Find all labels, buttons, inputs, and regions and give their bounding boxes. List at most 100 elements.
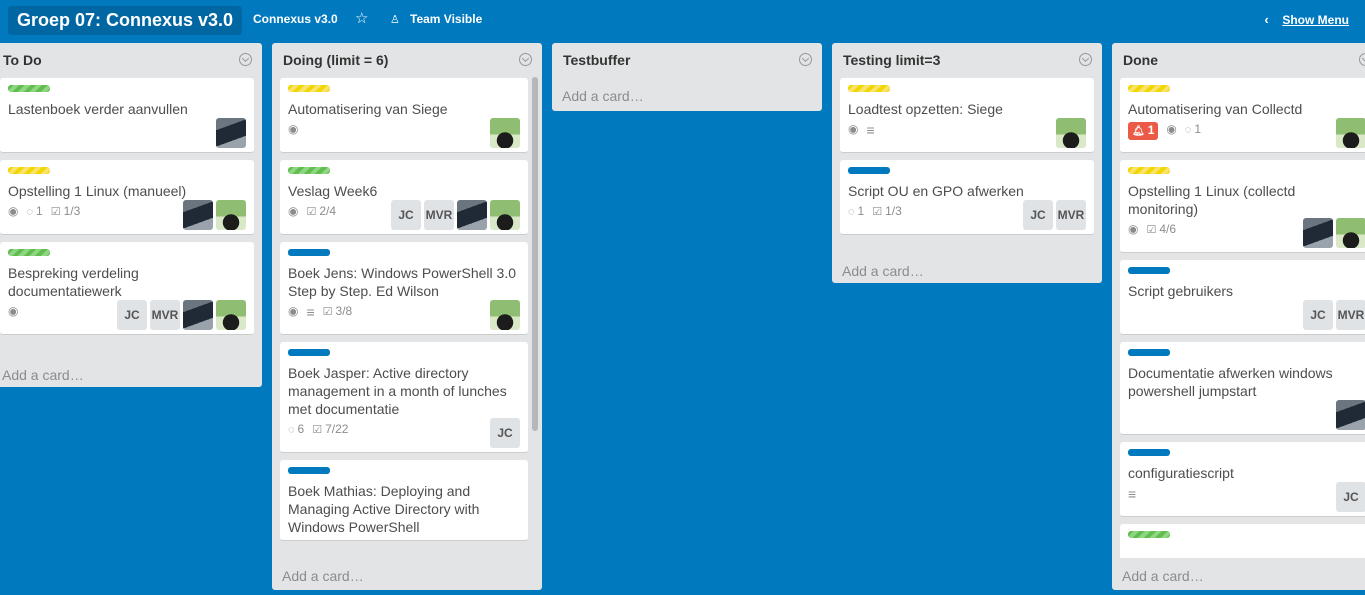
label-green: [1128, 531, 1170, 538]
chevron-down-icon[interactable]: [1079, 53, 1092, 66]
card-members: [848, 118, 1086, 148]
comment-count: 1: [857, 204, 865, 218]
add-card-button[interactable]: Add a card…: [272, 558, 542, 586]
chevron-down-icon[interactable]: [519, 53, 532, 66]
card-labels: [1128, 267, 1365, 275]
card-title: Boek Jens: Windows PowerShell 3.0 Step b…: [288, 265, 516, 299]
label-green: [8, 85, 50, 92]
avatar[interactable]: [1336, 218, 1365, 248]
show-menu-button[interactable]: ‹ Show Menu: [1264, 12, 1349, 27]
member-initials[interactable]: JC: [1303, 300, 1333, 330]
star-icon[interactable]: ☆: [355, 10, 371, 28]
avatar[interactable]: [457, 200, 487, 230]
card[interactable]: Boek Jasper: Active directory management…: [280, 342, 528, 453]
card[interactable]: Opstelling 1 Linux (manueel) ◉ ◌ 1 ☑ 1/3: [0, 160, 254, 235]
member-initials[interactable]: JC: [1023, 200, 1053, 230]
member-initials[interactable]: JC: [117, 300, 147, 330]
label-blue: [1128, 449, 1170, 456]
member-initials[interactable]: MVR: [150, 300, 180, 330]
avatar[interactable]: [216, 300, 246, 330]
chevron-left-icon: ‹: [1264, 12, 1269, 27]
eye-icon: ◉: [288, 304, 299, 318]
list-title[interactable]: Testing limit=3: [843, 52, 940, 68]
card[interactable]: configuratiescript ≡ JC: [1120, 442, 1365, 517]
comment-icon: ◌: [26, 206, 34, 218]
add-card-button[interactable]: Add a card…: [832, 253, 1102, 281]
member-initials[interactable]: MVR: [1056, 200, 1086, 230]
board-title[interactable]: Groep 07: Connexus v3.0: [8, 6, 243, 35]
card[interactable]: Bespreking verdeling documentatiewerk ◉ JC…: [0, 242, 254, 335]
card-title: Script gebruikers: [1128, 283, 1234, 299]
add-card-button[interactable]: Add a card…: [0, 357, 262, 385]
avatar[interactable]: [1336, 400, 1365, 430]
card[interactable]: [1120, 524, 1365, 558]
avatar[interactable]: [1056, 118, 1086, 148]
avatar[interactable]: [1336, 118, 1365, 148]
checklist-icon: ☑: [872, 206, 883, 218]
checklist-icon: ☑: [322, 306, 333, 318]
avatar[interactable]: [490, 200, 520, 230]
avatar[interactable]: [1303, 218, 1333, 248]
list-title[interactable]: Doing (limit = 6): [283, 52, 388, 68]
card-title: Bespreking verdeling documentatiewerk: [8, 265, 139, 299]
list-1: Doing (limit = 6) Automatisering van Sieg…: [272, 43, 542, 590]
list-header: Testbuffer: [552, 43, 822, 75]
avatar[interactable]: [183, 200, 213, 230]
visibility-label: Team Visible: [410, 12, 483, 26]
list-header: Doing (limit = 6): [272, 43, 542, 75]
visibility-button[interactable]: ♙ Team Visible: [390, 12, 482, 26]
chevron-down-icon[interactable]: [239, 53, 252, 66]
eye-icon: ◉: [288, 204, 299, 218]
card-labels: [8, 85, 246, 93]
card[interactable]: Automatisering van Siege ◉: [280, 78, 528, 153]
list-title[interactable]: To Do: [3, 52, 42, 68]
list-title[interactable]: Done: [1123, 52, 1158, 68]
card-labels: [288, 85, 520, 93]
avatar[interactable]: [490, 300, 520, 330]
comments-badge: ◌ 6: [288, 422, 304, 436]
avatar[interactable]: [183, 300, 213, 330]
card-list: Lastenboek verder aanvullen Opstelling 1 …: [0, 75, 262, 357]
eye-icon: ◉: [848, 122, 859, 136]
card-list: Automatisering van Collectd 🔔︎ 1 ◉ ◌ 1 Opstell…: [1112, 75, 1365, 558]
member-initials[interactable]: JC: [391, 200, 421, 230]
chevron-down-icon[interactable]: [799, 53, 812, 66]
comment-icon: ◌: [848, 206, 855, 218]
member-initials[interactable]: MVR: [424, 200, 454, 230]
member-initials[interactable]: MVR: [1336, 300, 1365, 330]
avatar[interactable]: [490, 118, 520, 148]
org-link[interactable]: Connexus v3.0: [253, 12, 338, 26]
card[interactable]: Opstelling 1 Linux (collectd monitoring)…: [1120, 160, 1365, 253]
add-card-button[interactable]: Add a card…: [1112, 558, 1365, 586]
card[interactable]: Script OU en GPO afwerken ◌ 1 ☑ 1/3 JC MVR: [840, 160, 1094, 235]
list-header: Done: [1112, 43, 1365, 75]
add-card-button[interactable]: Add a card…: [552, 78, 822, 114]
card[interactable]: Loadtest opzetten: Siege ◉ ≡: [840, 78, 1094, 153]
card-members: JC MVR: [8, 300, 246, 330]
avatar[interactable]: [216, 118, 246, 148]
checklist-badge: ☑ 7/22: [312, 422, 348, 436]
list-title[interactable]: Testbuffer: [563, 52, 630, 68]
chevron-down-icon[interactable]: [1359, 53, 1365, 66]
card-list: Loadtest opzetten: Siege ◉ ≡ Script OU en G…: [832, 75, 1102, 253]
label-blue: [1128, 267, 1170, 274]
card[interactable]: Script gebruikers JC MVR: [1120, 260, 1365, 335]
card[interactable]: Automatisering van Collectd 🔔︎ 1 ◉ ◌ 1: [1120, 78, 1365, 153]
card[interactable]: Boek Jens: Windows PowerShell 3.0 Step b…: [280, 242, 528, 335]
card-labels: [1128, 85, 1365, 93]
avatar[interactable]: [216, 200, 246, 230]
card-title: configuratiescript: [1128, 465, 1234, 481]
description-icon: ≡: [866, 122, 875, 138]
notification-count: 1: [1147, 123, 1155, 137]
label-blue: [1128, 349, 1170, 356]
card-title: Automatisering van Siege: [288, 101, 448, 117]
member-initials[interactable]: JC: [490, 418, 520, 448]
eye-icon: ◉: [288, 122, 299, 136]
card[interactable]: Documentatie afwerken windows powershell…: [1120, 342, 1365, 435]
card[interactable]: Lastenboek verder aanvullen: [0, 78, 254, 153]
list-0: To Do Lastenboek verder aanvullen Opstelli…: [0, 43, 262, 387]
member-initials[interactable]: JC: [1336, 482, 1365, 512]
card[interactable]: Veslag Week6 ◉ ☑ 2/4 JC MVR: [280, 160, 528, 235]
card[interactable]: Boek Mathias: Deploying and Managing Act…: [280, 460, 528, 541]
card-labels: [1128, 449, 1365, 457]
